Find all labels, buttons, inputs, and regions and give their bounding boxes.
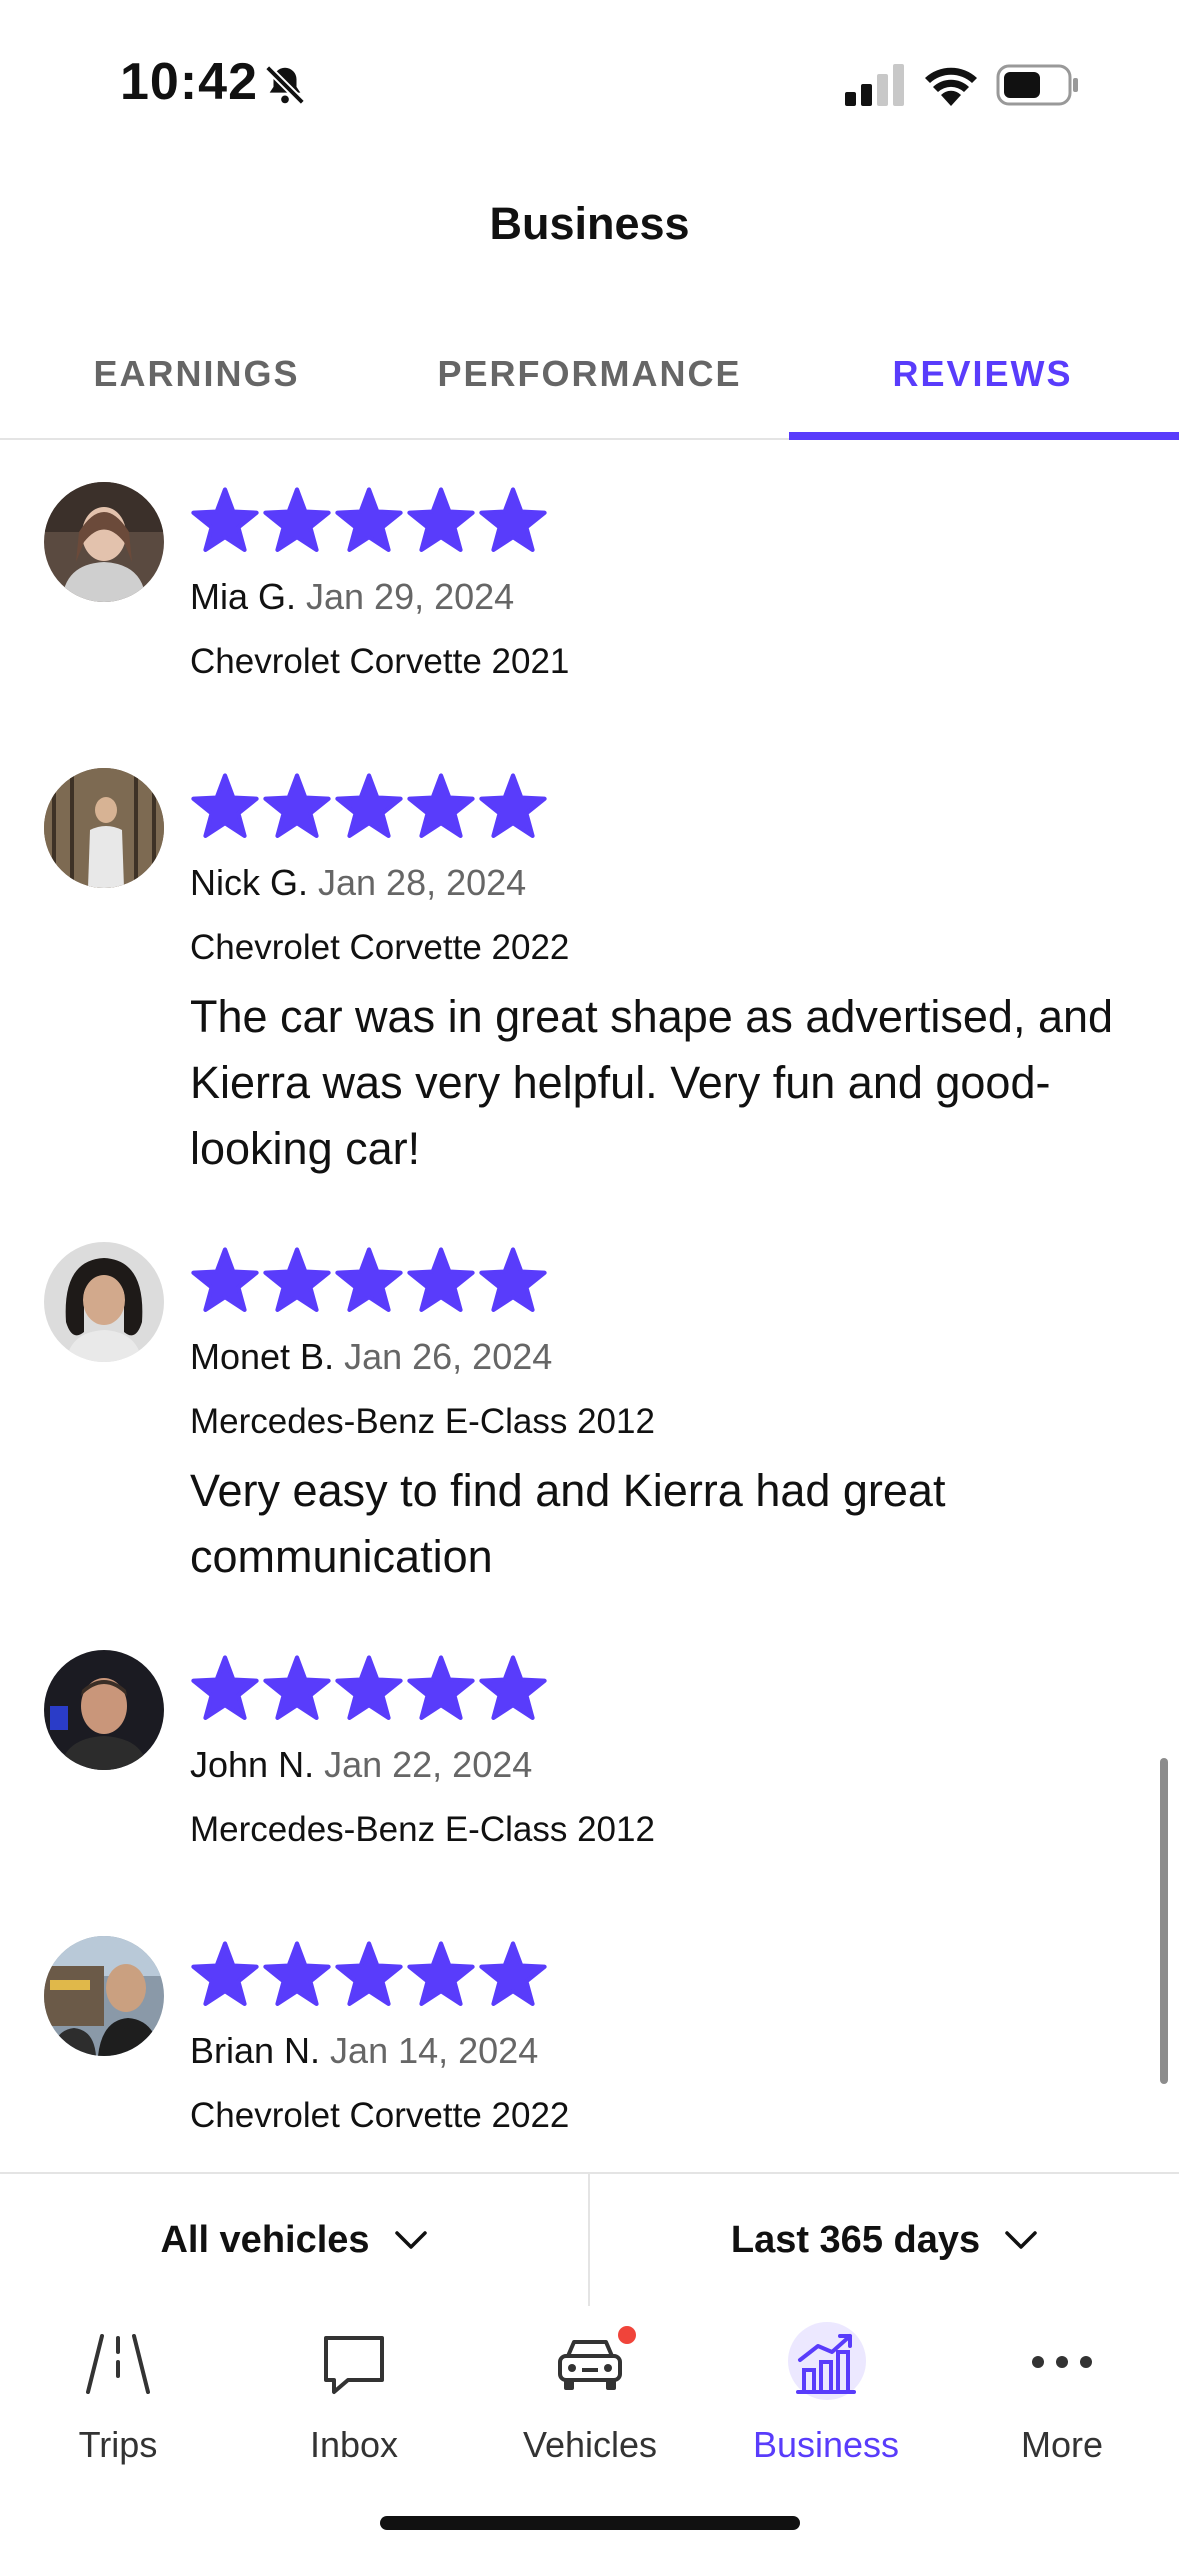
reviewer-line: Monet B. Jan 26, 2024 — [190, 1336, 552, 1378]
star-icon — [191, 487, 259, 553]
reviewer-line: John N. Jan 22, 2024 — [190, 1744, 532, 1786]
reviews-list[interactable]: Mia G. Jan 29, 2024 Chevrolet Corvette 20… — [0, 440, 1179, 2172]
battery-icon — [996, 64, 1078, 106]
star-icon — [263, 1655, 331, 1721]
reviewer-name: Brian N. — [190, 2030, 321, 2071]
nav-label: More — [1020, 2424, 1104, 2465]
star-icon — [263, 773, 331, 839]
nav-inbox[interactable]: Inbox — [236, 2306, 472, 2506]
more-dots-icon — [1032, 2356, 1092, 2368]
period-filter-dropdown[interactable]: Last 365 days — [590, 2174, 1179, 2306]
active-tab-indicator — [789, 432, 1179, 440]
star-icon — [263, 487, 331, 553]
chat-bubble-icon — [324, 2336, 384, 2394]
star-icon — [407, 1655, 475, 1721]
reviewer-name: Nick G. — [190, 862, 309, 903]
star-icon — [407, 773, 475, 839]
nav-more[interactable]: More — [944, 2306, 1179, 2506]
star-icon — [191, 773, 259, 839]
period-filter-label: Last 365 days — [730, 2218, 981, 2261]
star-rating — [190, 486, 548, 556]
star-icon — [191, 1247, 259, 1313]
status-time: 10:42 — [120, 53, 258, 111]
tab-earnings[interactable]: EARNINGS — [0, 320, 393, 438]
tab-reviews[interactable]: REVIEWS — [786, 320, 1179, 438]
star-icon — [263, 1941, 331, 2007]
star-icon — [479, 1941, 547, 2007]
star-icon — [479, 487, 547, 553]
bar-chart-icon — [796, 2334, 856, 2394]
avatar — [44, 482, 164, 602]
notification-badge — [618, 2326, 636, 2344]
star-icon — [479, 1655, 547, 1721]
star-icon — [335, 1247, 403, 1313]
star-icon — [407, 487, 475, 553]
vehicle-name: Mercedes-Benz E-Class 2012 — [190, 1810, 655, 1849]
filter-bar: All vehicles Last 365 days — [0, 2172, 1179, 2308]
reviewer-name: John N. — [190, 1744, 315, 1785]
star-icon — [191, 1655, 259, 1721]
nav-label: Trips — [78, 2424, 158, 2465]
avatar — [44, 1650, 164, 1770]
reviewer-name: Monet B. — [190, 1336, 335, 1377]
reviewer-line: Mia G. Jan 29, 2024 — [190, 576, 514, 618]
vehicle-name: Chevrolet Corvette 2021 — [190, 642, 570, 681]
star-icon — [191, 1941, 259, 2007]
review-text: Very easy to find and Kierra had great c… — [190, 1465, 946, 1582]
review-text: The car was in great shape as advertised… — [190, 991, 1114, 1174]
reviewer-line: Nick G. Jan 28, 2024 — [190, 862, 526, 904]
cellular-signal-icon — [845, 64, 904, 106]
wifi-icon — [925, 67, 977, 106]
vehicle-name: Mercedes-Benz E-Class 2012 — [190, 1402, 655, 1441]
vehicle-name: Chevrolet Corvette 2022 — [190, 928, 570, 967]
star-icon — [407, 1941, 475, 2007]
nav-business[interactable]: Business — [708, 2306, 944, 2506]
star-rating — [190, 1940, 548, 2010]
tab-bar: EARNINGS PERFORMANCE REVIEWS — [0, 320, 1179, 440]
review-date: Jan 26, 2024 — [344, 1336, 553, 1377]
home-indicator[interactable] — [380, 2516, 800, 2530]
chevron-down-icon — [1005, 2231, 1037, 2249]
road-icon — [86, 2334, 150, 2394]
tab-performance[interactable]: PERFORMANCE — [393, 320, 786, 438]
nav-label: Inbox — [309, 2424, 399, 2465]
page-title: Business — [489, 198, 690, 249]
reviewer-line: Brian N. Jan 14, 2024 — [190, 2030, 538, 2072]
star-icon — [335, 773, 403, 839]
review-date: Jan 22, 2024 — [324, 1744, 533, 1785]
star-icon — [407, 1247, 475, 1313]
nav-trips[interactable]: Trips — [0, 2306, 236, 2506]
star-icon — [335, 1655, 403, 1721]
review-date: Jan 28, 2024 — [318, 862, 527, 903]
star-rating — [190, 772, 548, 842]
star-icon — [263, 1247, 331, 1313]
review-date: Jan 29, 2024 — [306, 576, 515, 617]
avatar — [44, 1242, 164, 1362]
star-icon — [335, 487, 403, 553]
status-bar: 10:42 — [0, 0, 1179, 170]
avatar — [44, 768, 164, 888]
nav-label: Vehicles — [522, 2424, 658, 2465]
vehicle-filter-label: All vehicles — [160, 2218, 370, 2261]
bell-muted-icon — [265, 65, 305, 105]
nav-vehicles[interactable]: Vehicles — [472, 2306, 708, 2506]
nav-label: Business — [752, 2424, 900, 2465]
avatar — [44, 1936, 164, 2056]
review-date: Jan 14, 2024 — [330, 2030, 539, 2071]
star-rating — [190, 1654, 548, 1724]
star-rating — [190, 1246, 548, 1316]
star-icon — [479, 1247, 547, 1313]
vehicle-name: Chevrolet Corvette 2022 — [190, 2096, 570, 2135]
star-icon — [335, 1941, 403, 2007]
scrollbar[interactable] — [1160, 1758, 1168, 2084]
star-icon — [479, 773, 547, 839]
vehicle-filter-dropdown[interactable]: All vehicles — [0, 2174, 590, 2306]
reviewer-name: Mia G. — [190, 576, 297, 617]
chevron-down-icon — [394, 2231, 427, 2249]
